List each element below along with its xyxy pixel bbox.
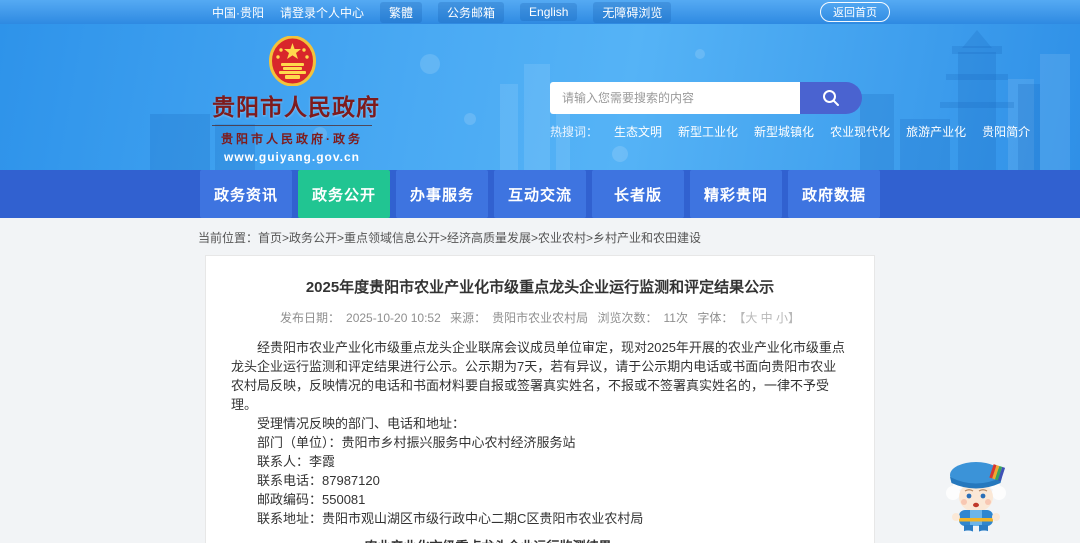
source-label: 来源： bbox=[450, 311, 487, 325]
article-title: 2025年度贵阳市农业产业化市级重点龙头企业运行监测和评定结果公示 bbox=[305, 279, 775, 296]
hot-word-0[interactable]: 生态文明 bbox=[614, 125, 662, 139]
hot-word-4[interactable]: 旅游产业化 bbox=[906, 125, 966, 139]
nav-item-5[interactable]: 精彩贵阳 bbox=[690, 170, 782, 218]
article-body: 经贵阳市农业产业化市级重点龙头企业联席会议成员单位审定，现对2025年开展的农业… bbox=[231, 338, 849, 528]
publish-date: 2025-10-20 10:52 bbox=[346, 311, 441, 325]
source: 贵阳市农业农村局 bbox=[492, 311, 589, 325]
national-emblem-icon bbox=[268, 36, 316, 86]
mascot-icon bbox=[946, 462, 1006, 536]
article-meta: 发布日期： 2025-10-20 10:52 来源： 贵阳市农业农村局 浏览次数： 1… bbox=[231, 309, 849, 326]
search-area: 热搜词： 生态文明 新型工业化 新型城镇化 农业现代化 旅游产业化 贵阳简介 bbox=[550, 82, 1030, 140]
page: 中国·贵阳 请登录个人中心 繁體 公务邮箱 English 无障碍浏览 返回首页 bbox=[0, 0, 1080, 543]
topbar-traditional-link[interactable]: 繁體 bbox=[380, 1, 423, 23]
publish-date-label: 发布日期： bbox=[280, 311, 341, 325]
hot-word-3[interactable]: 农业现代化 bbox=[830, 125, 890, 139]
views-count: 11次 bbox=[663, 311, 688, 325]
site-title: 贵阳市人民政府 bbox=[212, 94, 380, 120]
article-paragraph-4: 联系电话：87987120 bbox=[257, 473, 380, 488]
article-paragraph-1: 受理情况反映的部门、电话和地址： bbox=[257, 416, 466, 431]
nav-item-4[interactable]: 长者版 bbox=[592, 170, 684, 218]
search-button[interactable] bbox=[800, 82, 862, 114]
breadcrumb-label: 当前位置： bbox=[198, 231, 259, 245]
search-icon bbox=[823, 90, 839, 106]
nav-item-3[interactable]: 互动交流 bbox=[494, 170, 586, 218]
search-input[interactable] bbox=[550, 82, 800, 114]
site-subtitle: 贵阳市人民政府·政务 bbox=[212, 125, 372, 147]
site-url: www.guiyang.gov.cn bbox=[223, 150, 360, 164]
hot-search-label: 热搜词： bbox=[550, 125, 599, 139]
article-panel: 2025年度贵阳市农业产业化市级重点龙头企业运行监测和评定结果公示 发布日期： 2… bbox=[205, 255, 875, 543]
topbar-english-link[interactable]: English bbox=[520, 3, 578, 21]
header-banner: 贵阳市人民政府 贵阳市人民政府·政务 www.guiyang.gov.cn 热搜… bbox=[0, 24, 1080, 170]
return-home-button[interactable]: 返回首页 bbox=[820, 2, 890, 22]
hot-word-1[interactable]: 新型工业化 bbox=[678, 125, 738, 139]
topbar-accessibility-link[interactable]: 无障碍浏览 bbox=[593, 1, 672, 23]
nav-item-2[interactable]: 办事服务 bbox=[396, 170, 488, 218]
hot-word-2[interactable]: 新型城镇化 bbox=[754, 125, 814, 139]
site-brand[interactable]: 贵阳市人民政府 贵阳市人民政府·政务 www.guiyang.gov.cn bbox=[212, 36, 380, 164]
breadcrumb: 当前位置：首页>政务公开>重点领域信息公开>经济高质量发展>农业农村>乡村产业和… bbox=[190, 218, 890, 255]
nav-item-6[interactable]: 政府数据 bbox=[788, 170, 880, 218]
hot-search-row: 热搜词： 生态文明 新型工业化 新型城镇化 农业现代化 旅游产业化 贵阳简介 bbox=[550, 123, 1030, 140]
topbar-region-link[interactable]: 中国·贵阳 bbox=[212, 4, 264, 21]
mascot[interactable] bbox=[938, 455, 1016, 536]
article-paragraph-0: 经贵阳市农业产业化市级重点龙头企业联席会议成员单位审定，现对2025年开展的农业… bbox=[231, 340, 845, 412]
article-paragraph-3: 联系人：李霞 bbox=[257, 454, 336, 469]
font-size-controls[interactable]: 【大 中 小】 bbox=[739, 311, 800, 325]
breadcrumb-path[interactable]: 首页>政务公开>重点领域信息公开>经济高质量发展>农业农村>乡村产业和农田建设 bbox=[258, 231, 701, 245]
article-paragraph-5: 邮政编码：550081 bbox=[257, 492, 366, 507]
font-size-label: 字体： bbox=[697, 311, 734, 325]
content-area: 当前位置：首页>政务公开>重点领域信息公开>经济高质量发展>农业农村>乡村产业和… bbox=[0, 218, 1080, 543]
main-nav: 政务资讯 政务公开 办事服务 互动交流 长者版 精彩贵阳 政府数据 bbox=[0, 170, 1080, 218]
nav-item-0[interactable]: 政务资讯 bbox=[200, 170, 292, 218]
nav-item-1[interactable]: 政务公开 bbox=[298, 170, 390, 218]
topbar-links: 中国·贵阳 请登录个人中心 繁體 公务邮箱 English 无障碍浏览 bbox=[212, 1, 672, 23]
topbar: 中国·贵阳 请登录个人中心 繁體 公务邮箱 English 无障碍浏览 返回首页 bbox=[0, 0, 1080, 24]
views-label: 浏览次数： bbox=[597, 311, 658, 325]
topbar-mail-link[interactable]: 公务邮箱 bbox=[438, 1, 505, 23]
article-paragraph-2: 部门（单位）：贵阳市乡村振兴服务中心农村经济服务站 bbox=[257, 435, 576, 450]
hot-word-5[interactable]: 贵阳简介 bbox=[982, 125, 1030, 139]
table-caption: 农业产业化市级重点龙头企业运行监测结果 bbox=[231, 536, 745, 543]
article-paragraph-6: 联系地址：贵阳市观山湖区市级行政中心二期C区贵阳市农业农村局 bbox=[257, 511, 644, 526]
topbar-login-link[interactable]: 请登录个人中心 bbox=[280, 4, 364, 21]
